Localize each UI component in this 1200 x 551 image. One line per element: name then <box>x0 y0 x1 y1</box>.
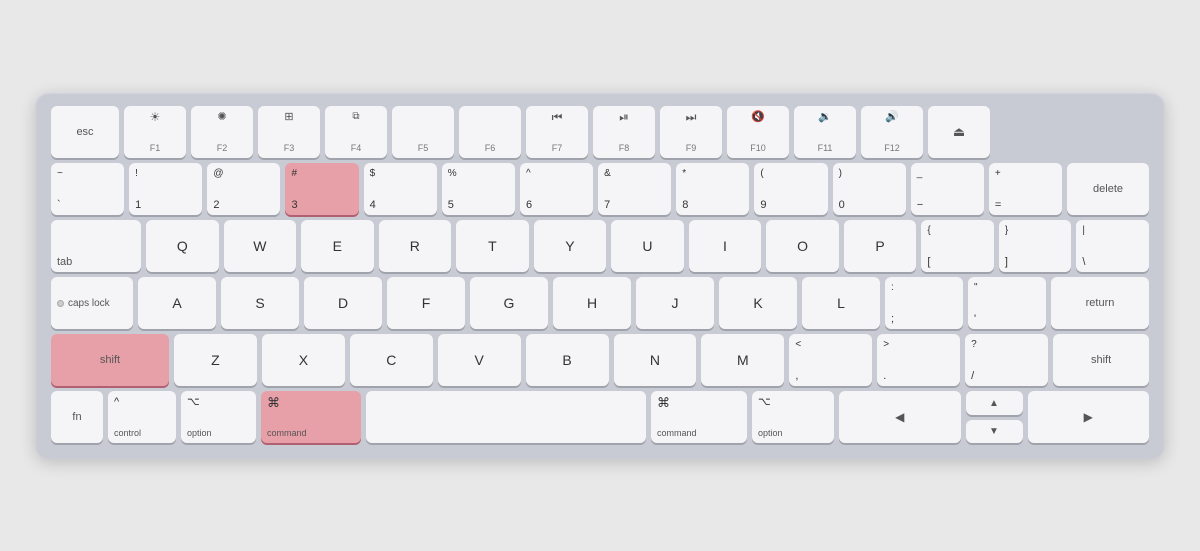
key-i[interactable]: I <box>689 220 762 272</box>
row-numbers: ~` !1 @2 #3 $4 %5 ^6 &7 *8 (9 )0 <box>51 163 1149 215</box>
row-asdf: caps lock A S D F G H J K L :; "' return <box>51 277 1149 329</box>
key-9[interactable]: (9 <box>754 163 827 215</box>
row-bottom: fn ^ control ⌥ option ⌘ command ⌘ comman… <box>51 391 1149 443</box>
key-arrow-down[interactable]: ▼ <box>966 420 1023 444</box>
key-d[interactable]: D <box>304 277 382 329</box>
key-f8[interactable]: ⏯ F8 <box>593 106 655 158</box>
key-0[interactable]: )0 <box>833 163 906 215</box>
key-option-left[interactable]: ⌥ option <box>181 391 256 443</box>
key-g[interactable]: G <box>470 277 548 329</box>
key-backslash[interactable]: |\ <box>1076 220 1149 272</box>
key-rbracket[interactable]: }] <box>999 220 1072 272</box>
key-shift-left[interactable]: shift <box>51 334 169 386</box>
key-f6[interactable]: F6 <box>459 106 521 158</box>
key-j[interactable]: J <box>636 277 714 329</box>
key-8[interactable]: *8 <box>676 163 749 215</box>
key-l[interactable]: L <box>802 277 880 329</box>
key-e[interactable]: E <box>301 220 374 272</box>
key-arrow-right[interactable]: ▶ <box>1028 391 1150 443</box>
key-z[interactable]: Z <box>174 334 257 386</box>
key-return[interactable]: return <box>1051 277 1149 329</box>
key-equal[interactable]: += <box>989 163 1062 215</box>
key-p[interactable]: P <box>844 220 917 272</box>
key-q[interactable]: Q <box>146 220 219 272</box>
key-semicolon[interactable]: :; <box>885 277 963 329</box>
key-f10[interactable]: 🔇 F10 <box>727 106 789 158</box>
key-f7[interactable]: ⏮ F7 <box>526 106 588 158</box>
row-fn: esc ☀ F1 ✺ F2 ⊞ F3 ⧉ F4 <box>51 106 1149 158</box>
key-n[interactable]: N <box>614 334 697 386</box>
key-5[interactable]: %5 <box>442 163 515 215</box>
key-esc[interactable]: esc <box>51 106 119 158</box>
key-arrow-left[interactable]: ◀ <box>839 391 961 443</box>
key-minus[interactable]: _− <box>911 163 984 215</box>
key-r[interactable]: R <box>379 220 452 272</box>
key-arrow-up[interactable]: ▲ <box>966 391 1023 415</box>
key-k[interactable]: K <box>719 277 797 329</box>
key-caps-lock[interactable]: caps lock <box>51 277 133 329</box>
key-f11[interactable]: 🔉 F11 <box>794 106 856 158</box>
key-6[interactable]: ^6 <box>520 163 593 215</box>
key-t[interactable]: T <box>456 220 529 272</box>
key-slash[interactable]: ?/ <box>965 334 1048 386</box>
key-f1[interactable]: ☀ F1 <box>124 106 186 158</box>
key-tab[interactable]: tab <box>51 220 141 272</box>
key-b[interactable]: B <box>526 334 609 386</box>
key-m[interactable]: M <box>701 334 784 386</box>
key-o[interactable]: O <box>766 220 839 272</box>
key-v[interactable]: V <box>438 334 521 386</box>
key-3[interactable]: #3 <box>285 163 358 215</box>
key-command-right[interactable]: ⌘ command <box>651 391 747 443</box>
key-f2[interactable]: ✺ F2 <box>191 106 253 158</box>
key-f3[interactable]: ⊞ F3 <box>258 106 320 158</box>
row-qwerty: tab Q W E R T Y U I O P {[ }] |\ <box>51 220 1149 272</box>
key-f9[interactable]: ⏭ F9 <box>660 106 722 158</box>
key-s[interactable]: S <box>221 277 299 329</box>
key-f4[interactable]: ⧉ F4 <box>325 106 387 158</box>
key-shift-right[interactable]: shift <box>1053 334 1149 386</box>
key-lbracket[interactable]: {[ <box>921 220 994 272</box>
key-f12[interactable]: 🔊 F12 <box>861 106 923 158</box>
key-w[interactable]: W <box>224 220 297 272</box>
key-option-right[interactable]: ⌥ option <box>752 391 834 443</box>
key-2[interactable]: @2 <box>207 163 280 215</box>
arrow-ud-container: ▲ ▼ <box>966 391 1023 443</box>
key-c[interactable]: C <box>350 334 433 386</box>
key-delete[interactable]: delete <box>1067 163 1149 215</box>
key-comma[interactable]: <, <box>789 334 872 386</box>
key-command-left[interactable]: ⌘ command <box>261 391 361 443</box>
key-backtick[interactable]: ~` <box>51 163 124 215</box>
row-zxcv: shift Z X C V B N M <, >. ?/ shift <box>51 334 1149 386</box>
key-quote[interactable]: "' <box>968 277 1046 329</box>
key-1[interactable]: !1 <box>129 163 202 215</box>
key-a[interactable]: A <box>138 277 216 329</box>
key-y[interactable]: Y <box>534 220 607 272</box>
key-fn[interactable]: fn <box>51 391 103 443</box>
key-u[interactable]: U <box>611 220 684 272</box>
key-space[interactable] <box>366 391 646 443</box>
key-control[interactable]: ^ control <box>108 391 176 443</box>
key-eject[interactable]: ⏏ <box>928 106 990 158</box>
keyboard: esc ☀ F1 ✺ F2 ⊞ F3 ⧉ F4 <box>35 92 1165 459</box>
key-f[interactable]: F <box>387 277 465 329</box>
key-x[interactable]: X <box>262 334 345 386</box>
key-4[interactable]: $4 <box>364 163 437 215</box>
key-f5[interactable]: F5 <box>392 106 454 158</box>
key-h[interactable]: H <box>553 277 631 329</box>
key-period[interactable]: >. <box>877 334 960 386</box>
key-7[interactable]: &7 <box>598 163 671 215</box>
